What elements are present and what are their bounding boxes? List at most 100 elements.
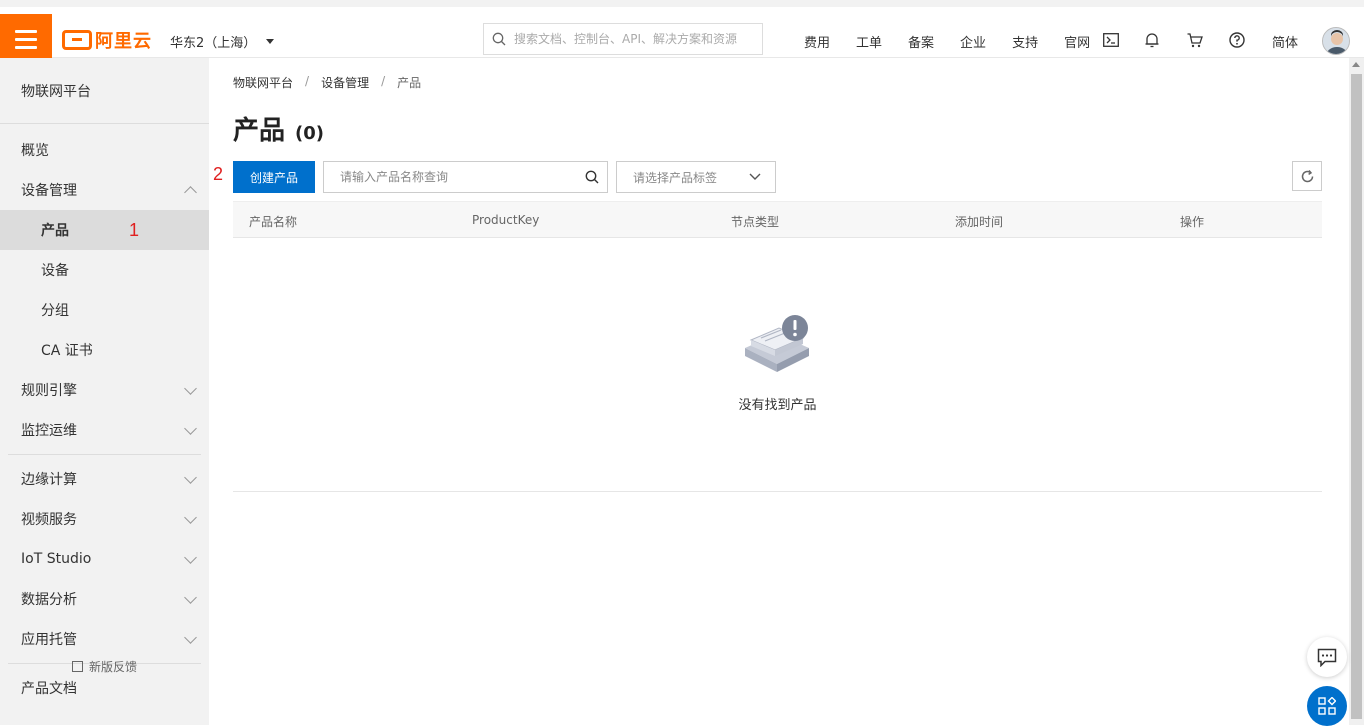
refresh-icon: [1301, 169, 1313, 182]
feedback-link[interactable]: 新版反馈: [72, 658, 137, 675]
product-search-input[interactable]: [340, 170, 570, 184]
nav-support[interactable]: 支持: [1012, 32, 1038, 51]
chevron-down-icon: [184, 510, 197, 524]
sidebar-item-label: 分组: [41, 303, 69, 319]
sidebar-item-label: 产品: [41, 223, 69, 239]
table-header: 产品名称 ProductKey 节点类型 添加时间 操作: [233, 201, 1322, 238]
sidebar-item-groups[interactable]: 分组: [0, 290, 209, 330]
sidebar-item-label: 概览: [21, 143, 49, 159]
sidebar-item-label: 边缘计算: [21, 472, 77, 488]
sidebar-item-label: 设备管理: [21, 183, 77, 199]
aliyun-logo[interactable]: 阿里云: [62, 27, 152, 53]
breadcrumb-separator: /: [305, 74, 310, 88]
nav-tickets[interactable]: 工单: [856, 32, 882, 51]
chevron-down-icon: [184, 381, 197, 395]
sidebar-item-label: 产品文档: [21, 681, 77, 697]
column-added-time: 添加时间: [955, 215, 1004, 229]
feedback-label: 新版反馈: [89, 660, 138, 674]
annotation-marker-2: 2: [213, 164, 224, 184]
main-content: 物联网平台 / 设备管理 / 产品 产品 (0) 2 创建产品 请选择产品标签 …: [209, 58, 1349, 725]
logo-mark-icon: [62, 30, 92, 50]
chevron-down-icon: [184, 630, 197, 644]
sidebar-item-overview[interactable]: 概览: [0, 130, 209, 170]
sidebar-item-rule-engine[interactable]: 规则引擎: [0, 370, 209, 410]
chat-button[interactable]: [1307, 637, 1347, 677]
sidebar-item-device-management[interactable]: 设备管理: [0, 170, 209, 210]
column-product-key: ProductKey: [472, 213, 540, 227]
sidebar: 物联网平台 概览 设备管理 产品 1 设备 分组 CA 证书 规则引擎 监控运维…: [0, 58, 209, 725]
sidebar-item-label: IoT Studio: [21, 551, 92, 567]
breadcrumb-separator: /: [381, 74, 386, 88]
empty-box-icon: [745, 315, 809, 372]
avatar[interactable]: [1322, 27, 1350, 55]
sidebar-title[interactable]: 物联网平台: [0, 58, 209, 124]
sidebar-item-app-hosting[interactable]: 应用托管: [0, 619, 209, 659]
scroll-up-icon[interactable]: [1352, 62, 1360, 67]
sidebar-item-data-analysis[interactable]: 数据分析: [0, 579, 209, 619]
column-actions: 操作: [1180, 215, 1205, 229]
sidebar-divider: [8, 454, 201, 455]
annotation-marker-1: 1: [129, 219, 140, 240]
search-icon: [492, 32, 506, 46]
empty-state: 没有找到产品: [233, 238, 1322, 492]
caret-down-icon: [266, 39, 275, 44]
sidebar-item-label: 规则引擎: [21, 383, 77, 399]
region-selector[interactable]: 华东2（上海）: [170, 32, 275, 51]
nav-icp[interactable]: 备案: [908, 32, 934, 51]
sidebar-item-label: 应用托管: [21, 632, 77, 648]
create-product-button[interactable]: 创建产品: [233, 161, 315, 193]
chevron-down-icon: [184, 421, 197, 435]
sidebar-item-products[interactable]: 产品 1: [0, 210, 209, 250]
sidebar-item-video-service[interactable]: 视频服务: [0, 499, 209, 539]
sidebar-item-label: 数据分析: [21, 592, 77, 608]
search-icon[interactable]: [585, 170, 599, 184]
nav-official-site[interactable]: 官网: [1064, 32, 1090, 51]
sidebar-item-label: 监控运维: [21, 423, 77, 439]
sidebar-item-label: CA 证书: [41, 343, 93, 359]
breadcrumb-current: 产品: [397, 76, 422, 90]
scrollbar-thumb[interactable]: [1351, 74, 1362, 719]
sidebar-item-iot-studio[interactable]: IoT Studio: [0, 539, 209, 579]
language-switch[interactable]: 简体: [1272, 32, 1298, 51]
menu-icon[interactable]: [0, 14, 52, 64]
nav-enterprise[interactable]: 企业: [960, 32, 986, 51]
global-search-input[interactable]: [514, 32, 754, 46]
nav-fees[interactable]: 费用: [804, 32, 830, 51]
product-count: (0): [295, 123, 324, 144]
logo-text: 阿里云: [95, 31, 152, 52]
chat-icon: [1317, 648, 1337, 667]
cart-icon[interactable]: [1187, 30, 1229, 50]
chevron-down-icon: [749, 173, 761, 180]
apps-icon: [1318, 697, 1336, 715]
top-bar: 阿里云 华东2（上海） 费用 工单 备案 企业 支持 官网 简体: [0, 0, 1364, 64]
chevron-down-icon: [184, 550, 197, 564]
tag-select-placeholder: 请选择产品标签: [633, 170, 718, 185]
global-search[interactable]: [483, 23, 763, 55]
sidebar-item-devices[interactable]: 设备: [0, 250, 209, 290]
feedback-icon: [72, 661, 83, 672]
sidebar-item-ca-cert[interactable]: CA 证书: [0, 330, 209, 370]
refresh-button[interactable]: [1292, 161, 1322, 191]
sidebar-item-edge-computing[interactable]: 边缘计算: [0, 459, 209, 499]
product-tag-select[interactable]: 请选择产品标签: [616, 161, 776, 193]
breadcrumb: 物联网平台 / 设备管理 / 产品: [233, 74, 421, 91]
breadcrumb-iot-platform[interactable]: 物联网平台: [233, 74, 293, 91]
product-search[interactable]: [323, 161, 608, 193]
chevron-down-icon: [184, 590, 197, 604]
apps-button[interactable]: [1307, 686, 1347, 726]
bell-icon[interactable]: [1145, 30, 1187, 50]
sidebar-item-monitoring[interactable]: 监控运维: [0, 410, 209, 450]
empty-state-text: 没有找到产品: [738, 398, 817, 413]
terminal-icon[interactable]: [1103, 30, 1145, 50]
scrollbar[interactable]: [1349, 58, 1364, 725]
page-title: 产品 (0): [233, 110, 324, 147]
breadcrumb-device-management[interactable]: 设备管理: [321, 74, 369, 91]
chevron-down-icon: [184, 470, 197, 484]
help-icon[interactable]: [1229, 30, 1271, 50]
sidebar-item-label: 视频服务: [21, 512, 77, 528]
top-nav: 费用 工单 备案 企业 支持 官网: [804, 32, 1116, 51]
column-node-type: 节点类型: [731, 215, 780, 229]
top-icons: [1103, 30, 1271, 50]
user-avatar-icon: [1323, 28, 1349, 54]
sidebar-item-label: 设备: [41, 263, 69, 279]
